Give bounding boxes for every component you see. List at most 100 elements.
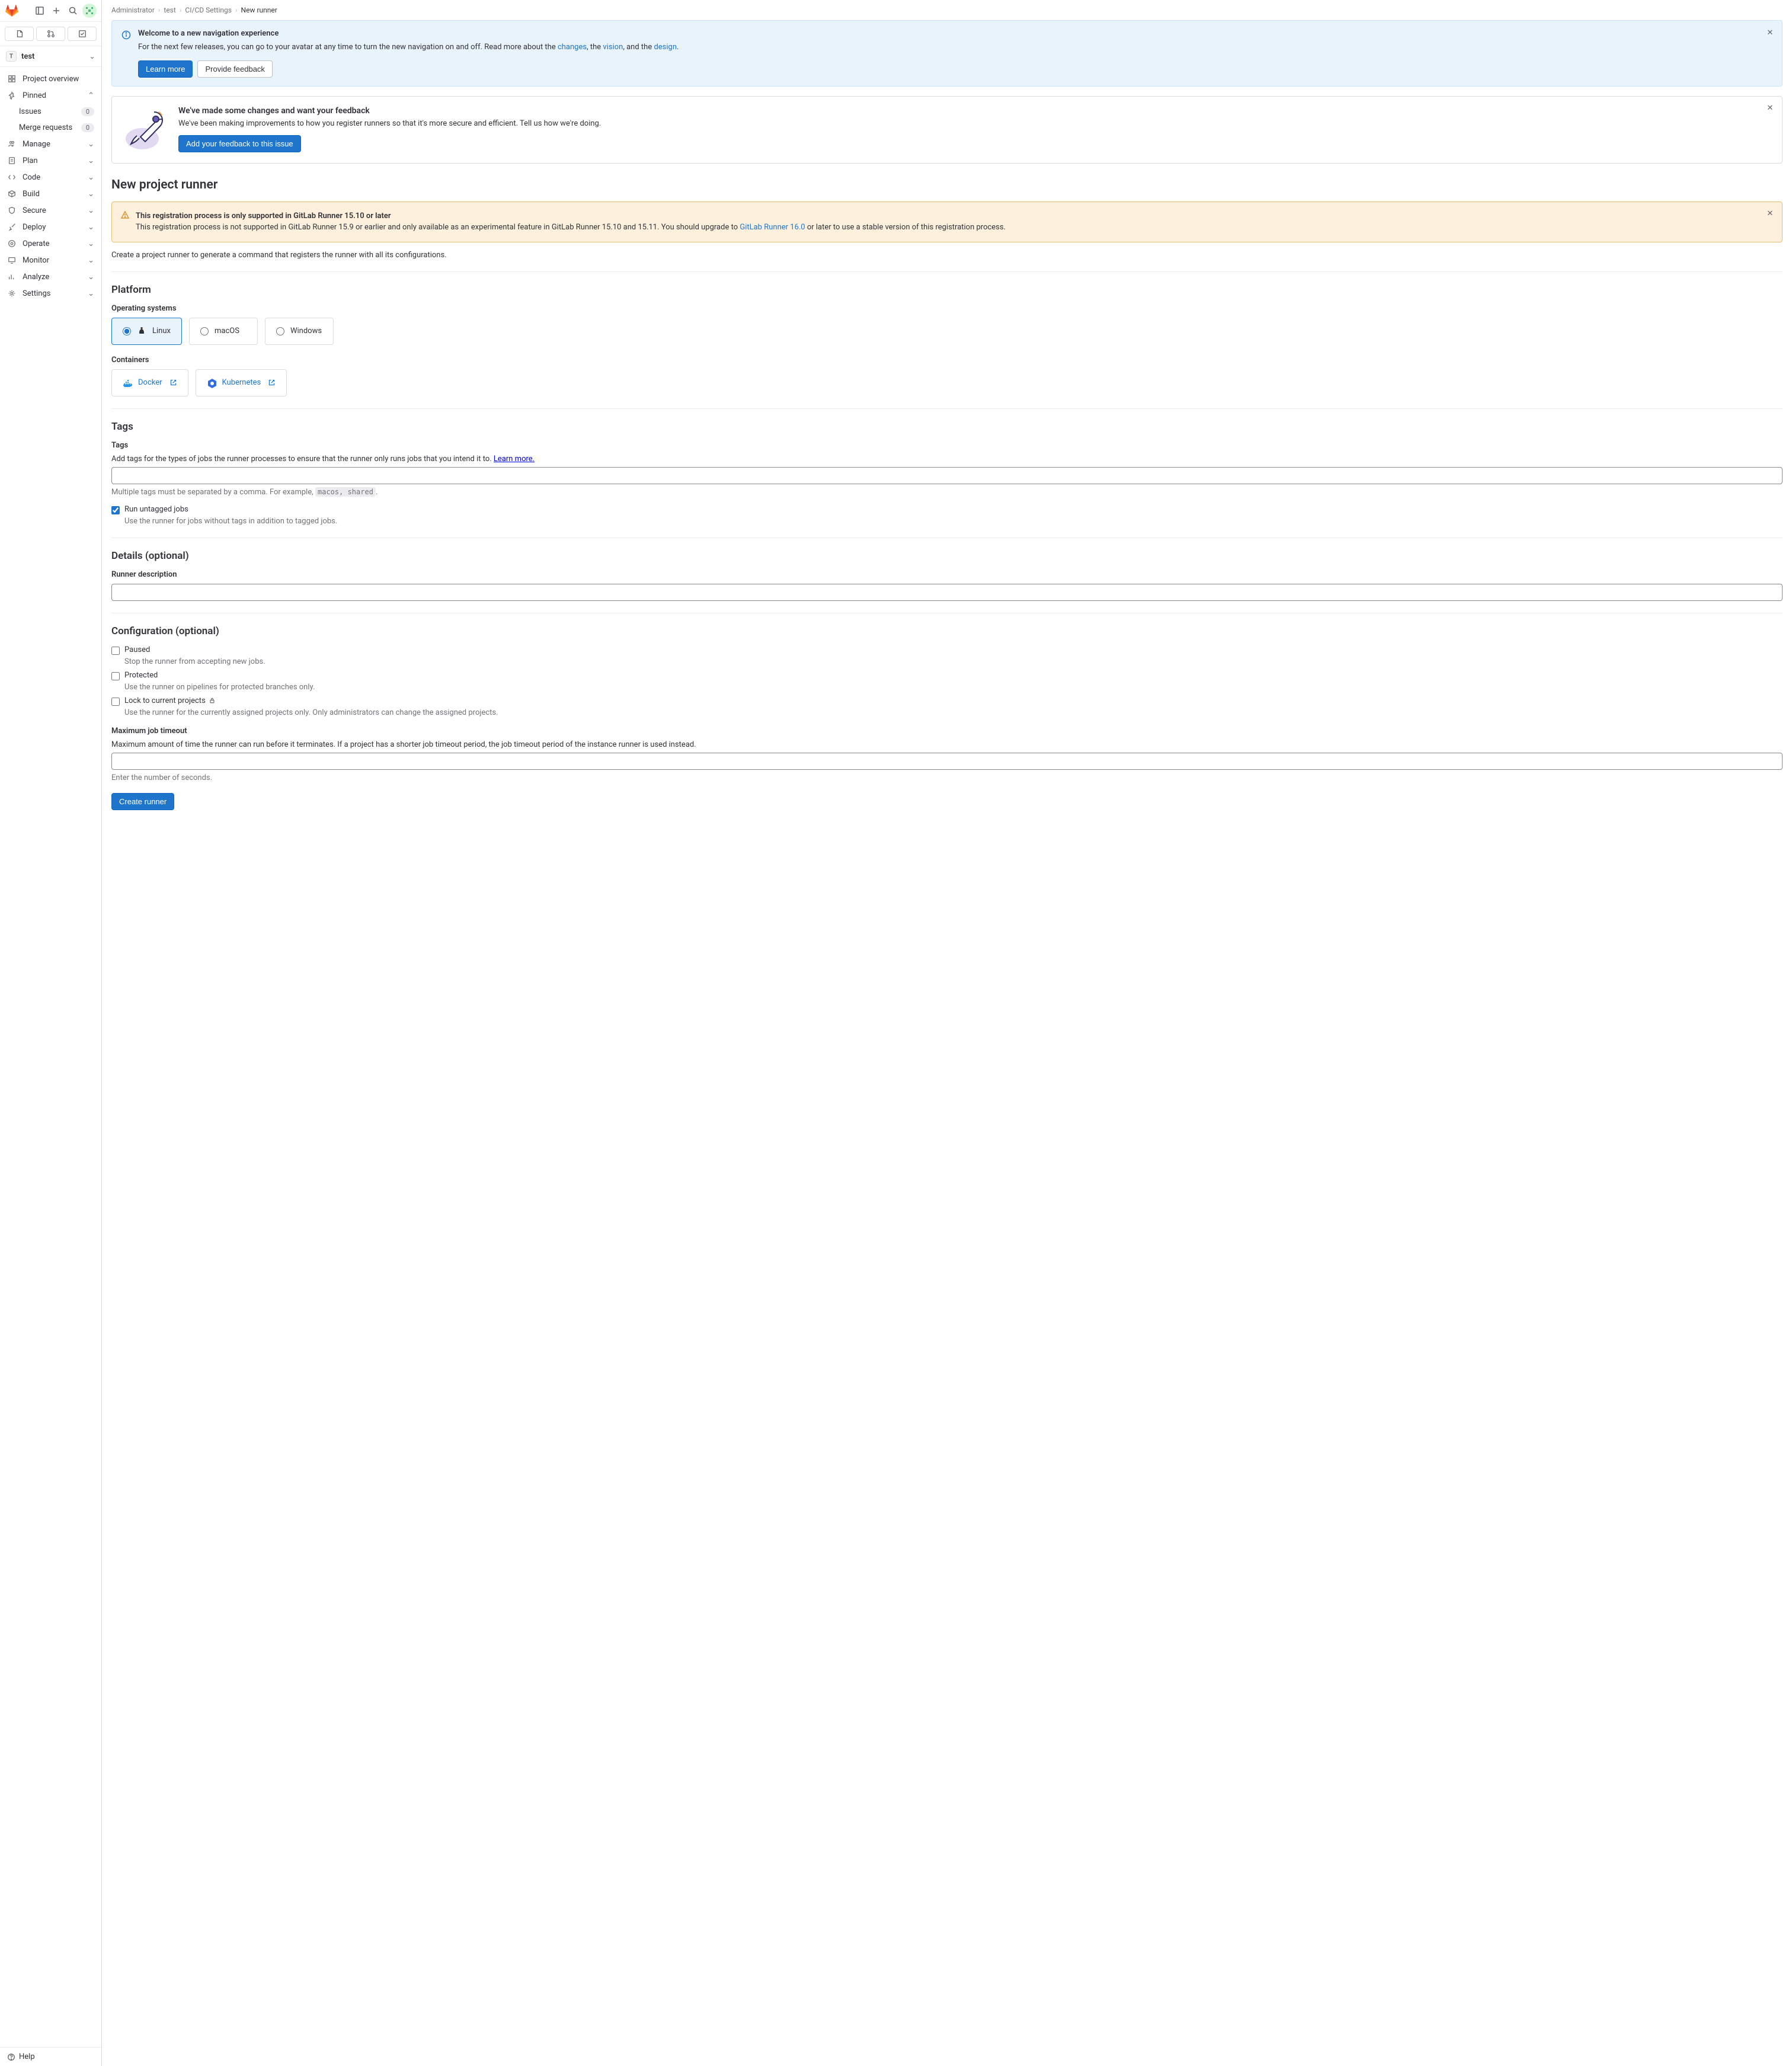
timeout-input[interactable] <box>111 753 1783 770</box>
sidebar-item-analyze[interactable]: Analyze ⌄ <box>0 268 101 285</box>
sidebar-item-merge-requests[interactable]: Merge requests 0 <box>0 120 101 136</box>
breadcrumb-item[interactable]: test <box>164 6 175 14</box>
sidebar-item-pinned[interactable]: Pinned ⌃ <box>0 87 101 104</box>
platform-windows[interactable]: Windows <box>265 318 334 345</box>
sidebar-item-code[interactable]: Code ⌄ <box>0 169 101 186</box>
sidebar-item-deploy[interactable]: Deploy ⌄ <box>0 219 101 235</box>
page-title: New project runner <box>111 178 1783 192</box>
breadcrumb: Administrator › test › CI/CD Settings › … <box>102 0 1792 20</box>
sidebar-item-secure[interactable]: Secure ⌄ <box>0 202 101 219</box>
help-link[interactable]: Help <box>7 2052 94 2061</box>
sidebar-collapse-icon[interactable] <box>33 4 47 18</box>
gear-icon <box>7 289 17 298</box>
merge-request-icon[interactable] <box>36 27 65 41</box>
platform-label: macOS <box>215 327 239 335</box>
sidebar-item-overview[interactable]: Project overview <box>0 71 101 87</box>
radio-linux[interactable] <box>123 327 131 335</box>
todo-icon[interactable] <box>68 27 97 41</box>
platform-linux[interactable]: Linux <box>111 318 182 345</box>
sidebar-item-settings[interactable]: Settings ⌄ <box>0 285 101 302</box>
warning-title: This registration process is only suppor… <box>136 212 391 220</box>
platform-label: Kubernetes <box>222 378 261 387</box>
radio-macos[interactable] <box>200 327 209 335</box>
timeout-hint: Enter the number of seconds. <box>111 773 1783 782</box>
platform-label: Docker <box>138 378 162 387</box>
info-icon <box>121 30 131 40</box>
sidebar-item-manage[interactable]: Manage ⌄ <box>0 136 101 152</box>
banner-title: Welcome to a new navigation experience <box>138 29 1772 38</box>
close-icon[interactable]: ✕ <box>1764 103 1776 114</box>
sidebar-item-monitor[interactable]: Monitor ⌄ <box>0 252 101 268</box>
platform-kubernetes[interactable]: Kubernetes <box>196 369 287 396</box>
paused-row: Paused <box>111 645 1783 655</box>
new-file-icon[interactable] <box>5 27 34 41</box>
project-name: test <box>21 52 34 61</box>
gitlab-logo[interactable] <box>5 4 19 18</box>
intro-text: Create a project runner to generate a co… <box>111 251 1783 260</box>
link-changes[interactable]: changes <box>558 43 587 52</box>
breadcrumb-item[interactable]: Administrator <box>111 6 155 14</box>
nav-label: Analyze <box>23 273 49 282</box>
sidebar-item-plan[interactable]: Plan ⌄ <box>0 152 101 169</box>
lock-checkbox[interactable] <box>111 698 120 706</box>
close-icon[interactable]: ✕ <box>1764 208 1776 220</box>
checkbox-desc: Stop the runner from accepting new jobs. <box>111 657 1783 666</box>
link-runner-16[interactable]: GitLab Runner 16.0 <box>740 223 805 232</box>
os-row: Linux macOS Windows <box>111 318 1783 345</box>
nav-label: Manage <box>23 140 50 149</box>
timeout-desc: Maximum amount of time the runner can ru… <box>111 740 1783 749</box>
checkbox-desc: Use the runner for the currently assigne… <box>111 708 1783 717</box>
project-context[interactable]: T test ⌄ <box>0 46 101 67</box>
chevron-down-icon: ⌄ <box>89 52 95 61</box>
checkbox-desc: Use the runner for jobs without tags in … <box>111 517 1783 526</box>
navigation-banner: Welcome to a new navigation experience F… <box>111 20 1783 87</box>
monitor-icon <box>7 255 17 265</box>
plus-icon[interactable] <box>49 4 63 18</box>
tags-input[interactable] <box>111 467 1783 484</box>
run-untagged-row: Run untagged jobs <box>111 505 1783 514</box>
help-label: Help <box>19 2052 35 2061</box>
nav-label: Project overview <box>23 75 79 84</box>
help-icon <box>7 2053 15 2061</box>
search-icon[interactable] <box>66 4 80 18</box>
build-icon <box>7 189 17 199</box>
timeout-label: Maximum job timeout <box>111 727 1783 735</box>
chevron-up-icon: ⌃ <box>88 91 94 100</box>
rocket-icon <box>7 222 17 232</box>
link-vision[interactable]: vision <box>603 43 623 52</box>
nav-label: Merge requests <box>19 123 72 132</box>
sidebar-item-operate[interactable]: Operate ⌄ <box>0 235 101 252</box>
feedback-title: We've made some changes and want your fe… <box>178 106 1772 116</box>
link-design[interactable]: design <box>654 43 677 52</box>
breadcrumb-item[interactable]: CI/CD Settings <box>185 6 232 14</box>
create-runner-button[interactable]: Create runner <box>111 793 174 810</box>
operate-icon <box>7 239 17 248</box>
add-feedback-button[interactable]: Add your feedback to this issue <box>178 135 301 152</box>
learn-more-button[interactable]: Learn more <box>138 60 193 78</box>
learn-more-link[interactable]: Learn more. <box>494 455 535 463</box>
section-heading: Tags <box>111 421 1783 433</box>
chart-icon <box>7 272 17 282</box>
banner-text: For the next few releases, you can go to… <box>138 41 1772 53</box>
linux-icon <box>137 327 146 336</box>
breadcrumb-current: New runner <box>241 6 277 14</box>
breadcrumb-sep: › <box>180 6 182 14</box>
sidebar-item-build[interactable]: Build ⌄ <box>0 186 101 202</box>
lock-icon <box>209 697 216 704</box>
platform-docker[interactable]: Docker <box>111 369 188 396</box>
os-label: Operating systems <box>111 304 1783 313</box>
sidebar-item-issues[interactable]: Issues 0 <box>0 104 101 120</box>
close-icon[interactable]: ✕ <box>1764 27 1776 39</box>
paused-checkbox[interactable] <box>111 647 120 655</box>
protected-checkbox[interactable] <box>111 672 120 680</box>
run-untagged-checkbox[interactable] <box>111 506 120 514</box>
radio-windows[interactable] <box>276 327 284 335</box>
tags-label: Tags <box>111 441 1783 450</box>
section-heading: Configuration (optional) <box>111 625 1783 637</box>
code-icon <box>7 172 17 182</box>
count-badge: 0 <box>81 123 94 132</box>
provide-feedback-button[interactable]: Provide feedback <box>197 60 272 78</box>
user-avatar[interactable] <box>82 4 97 18</box>
description-input[interactable] <box>111 584 1783 601</box>
platform-macos[interactable]: macOS <box>189 318 258 345</box>
